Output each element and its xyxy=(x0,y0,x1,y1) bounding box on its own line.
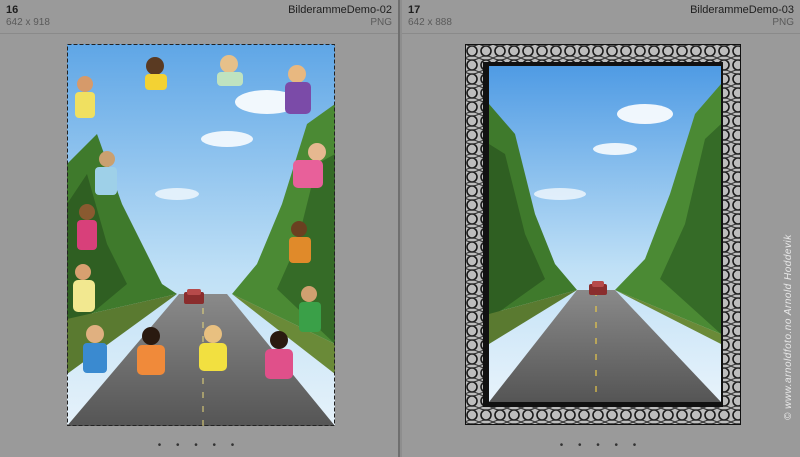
file-type: PNG xyxy=(370,17,392,28)
file-name: BilderammeDemo-02 xyxy=(288,4,392,16)
cell-index: 16 xyxy=(6,4,19,16)
thumbnail-rating-dots[interactable]: • • • • • xyxy=(0,440,398,451)
cell-header: 16 642 x 918 BilderammeDemo-02 PNG xyxy=(0,0,398,34)
copyright-watermark: © www.arnoldfoto.no Arnold Hoddevik xyxy=(783,234,794,420)
file-name: BilderammeDemo-03 xyxy=(690,4,794,16)
image-dimensions: 642 x 888 xyxy=(408,17,452,28)
cell-header: 17 642 x 888 BilderammeDemo-03 PNG xyxy=(402,0,800,34)
thumbnail-image-children-frame[interactable] xyxy=(67,44,335,426)
thumbnail-rating-dots[interactable]: • • • • • xyxy=(402,440,800,451)
file-type: PNG xyxy=(772,17,794,28)
thumbnail-image-ornate-frame[interactable] xyxy=(465,44,741,425)
cell-index: 17 xyxy=(408,4,421,16)
image-dimensions: 642 x 918 xyxy=(6,17,50,28)
grid-cell-16[interactable]: 16 642 x 918 BilderammeDemo-02 PNG • • •… xyxy=(0,0,400,457)
